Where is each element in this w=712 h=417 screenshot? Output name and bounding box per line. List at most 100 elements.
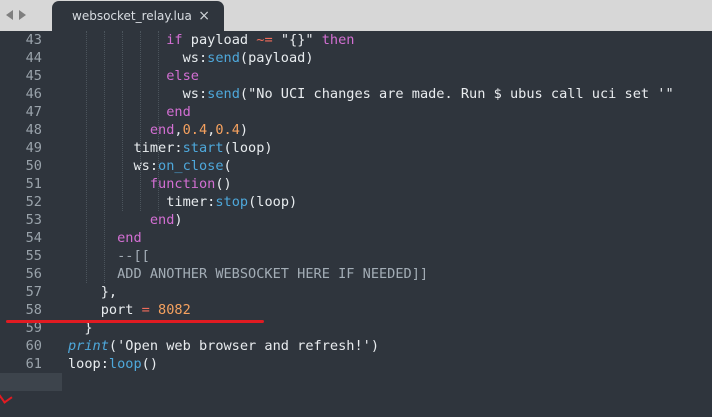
editor-window: websocket_relay.lua × 43 if payload ~= "… [0,0,712,417]
code-line[interactable]: 50 ws:on_close( [0,157,712,175]
chevron-left-icon[interactable] [6,10,13,20]
code-line[interactable]: 57 }, [0,283,712,301]
code-token: then [321,32,355,48]
code-text: timer:stop(loop) [68,193,297,211]
code-token: on_close [158,158,224,174]
code-token: "{}" [272,32,322,48]
code-text: ws:on_close( [68,157,231,175]
code-line[interactable]: 60 print('Open web browser and refresh!') [0,337,712,355]
indent-guide [86,31,87,283]
code-text: port = 8082 [68,301,191,319]
line-number: 45 [25,68,42,84]
line-number: 60 [25,338,42,354]
code-token: send [207,50,240,66]
line-number: 48 [25,122,42,138]
code-line[interactable]: 43 if payload ~= "{}" then [0,31,712,49]
code-token: ws: [68,86,208,102]
code-line[interactable]: 61 loop:loop() [0,355,712,373]
code-token: ) [370,338,380,354]
chevron-right-icon[interactable] [19,10,26,20]
code-token: function [149,176,216,192]
code-text: loop:loop() [68,355,158,373]
code-line[interactable]: 56 ADD ANOTHER WEBSOCKET HERE IF NEEDED]… [0,265,712,283]
code-line[interactable]: 51 function() [0,175,712,193]
code-token: print [68,338,109,354]
code-token: () [215,176,232,192]
code-editor[interactable]: 43 if payload ~= "{}" then 44 ws:send(pay… [0,31,712,417]
line-number: 56 [25,266,42,282]
code-token: timer: [68,194,216,210]
code-token: start [182,140,224,156]
tab-websocket-relay[interactable]: websocket_relay.lua × [52,1,224,31]
line-number: 46 [25,86,42,102]
code-text: --[[ [68,247,150,265]
code-line[interactable]: 44 ws:send(payload) [0,49,712,67]
code-token: ( [108,338,118,354]
line-number: 57 [25,284,42,300]
code-line[interactable]: 62 [0,373,712,391]
tab-title: websocket_relay.lua [72,9,192,23]
code-token: loop: [68,356,109,372]
line-number: 58 [25,302,42,318]
code-text: }, [68,283,117,301]
indent-guide [104,31,105,283]
line-number: 52 [25,194,42,210]
code-token: (loop) [223,140,273,156]
code-line[interactable]: 47 end [0,103,712,121]
code-text: timer:start(loop) [68,139,273,157]
code-line[interactable]: 45 else [0,67,712,85]
code-token: end [149,122,175,138]
line-number: 51 [25,176,42,192]
code-line[interactable]: 46 ws:send("No UCI changes are made. Run… [0,85,712,103]
code-token: , [174,122,183,138]
code-token: ) [239,122,249,138]
indent-guide [122,31,123,211]
code-token: send [207,86,240,102]
code-line[interactable]: 52 timer:stop(loop) [0,193,712,211]
code-token: port [68,302,142,318]
line-number: 50 [25,158,42,174]
code-line[interactable]: 53 end) [0,211,712,229]
code-token: payload [182,32,257,48]
code-token: () [141,356,159,372]
code-line[interactable]: 54 end [0,229,712,247]
code-token: ADD ANOTHER WEBSOCKET HERE IF NEEDED]] [68,266,429,282]
code-line[interactable]: 49 timer:start(loop) [0,139,712,157]
code-token: else [166,68,199,84]
code-text: print('Open web browser and refresh!') [68,337,379,355]
code-token: end [166,104,191,120]
indent-guide [140,31,141,211]
code-token: 0.4 [215,122,240,138]
code-line[interactable]: 55 --[[ [0,247,712,265]
code-token: ) [174,212,183,228]
code-token: ~= [256,32,273,48]
line-number: 54 [25,230,42,246]
current-line-highlight [0,373,62,391]
code-token: stop [215,194,249,210]
line-number: 47 [25,104,42,120]
code-token: --[[ [68,248,150,264]
indent-guide [158,31,159,211]
line-number: 53 [25,212,42,228]
code-token: 'Open web browser and refresh!' [117,338,371,354]
line-number: 44 [25,50,42,66]
code-token: 8082 [158,302,191,318]
code-token: (payload) [239,50,314,66]
close-icon[interactable]: × [198,8,210,24]
code-token: ws: [68,50,208,66]
tab-bar: websocket_relay.lua × [0,0,712,32]
code-line[interactable]: 58 port = 8082 [0,301,712,319]
nav-arrows [6,7,46,23]
code-text: if payload ~= "{}" then [68,31,355,49]
code-line[interactable]: 48 end,0.4,0.4) [0,121,712,139]
code-token: end [149,212,175,228]
code-token: = [141,302,150,318]
code-token: loop [108,356,142,372]
